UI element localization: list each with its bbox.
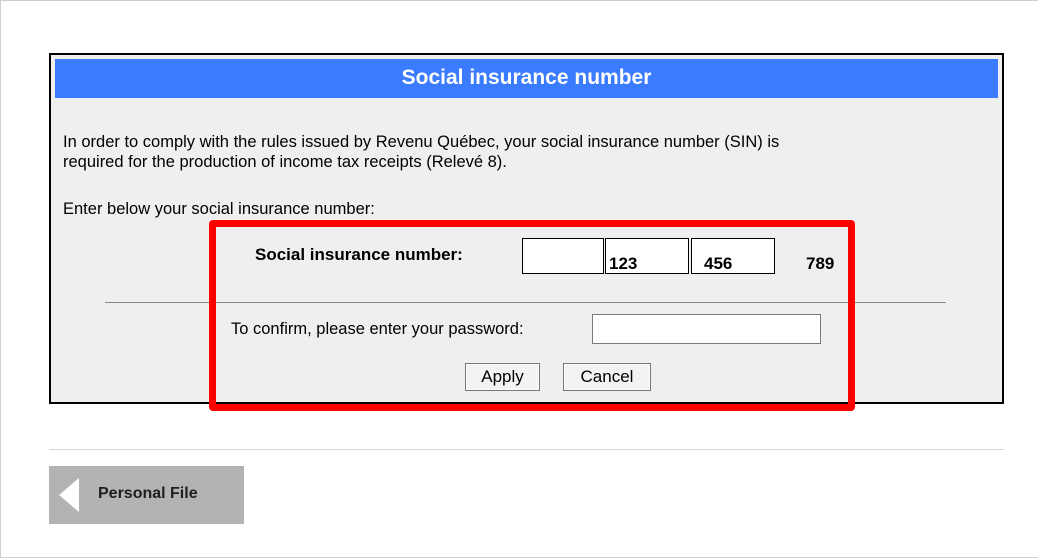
sin-segment-3-field[interactable]: 456	[691, 238, 775, 274]
left-arrow-icon	[59, 478, 79, 512]
form-area: Social insurance number: 123 456 789 To …	[49, 53, 1004, 404]
cancel-button[interactable]: Cancel	[563, 363, 651, 391]
page-frame: Social insurance number In order to comp…	[0, 0, 1038, 558]
sin-segment-1-field[interactable]	[522, 238, 604, 274]
password-label: To confirm, please enter your password:	[231, 320, 524, 338]
personal-file-button[interactable]: Personal File	[49, 466, 244, 524]
personal-file-label: Personal File	[98, 485, 198, 502]
password-field[interactable]	[592, 314, 821, 344]
apply-button[interactable]: Apply	[465, 363, 540, 391]
sin-segment-2-field[interactable]: 123	[605, 238, 689, 274]
bottom-divider	[49, 449, 1004, 450]
divider	[105, 302, 946, 303]
sin-trailing-digits: 789	[806, 254, 835, 273]
sin-label: Social insurance number:	[255, 245, 463, 264]
